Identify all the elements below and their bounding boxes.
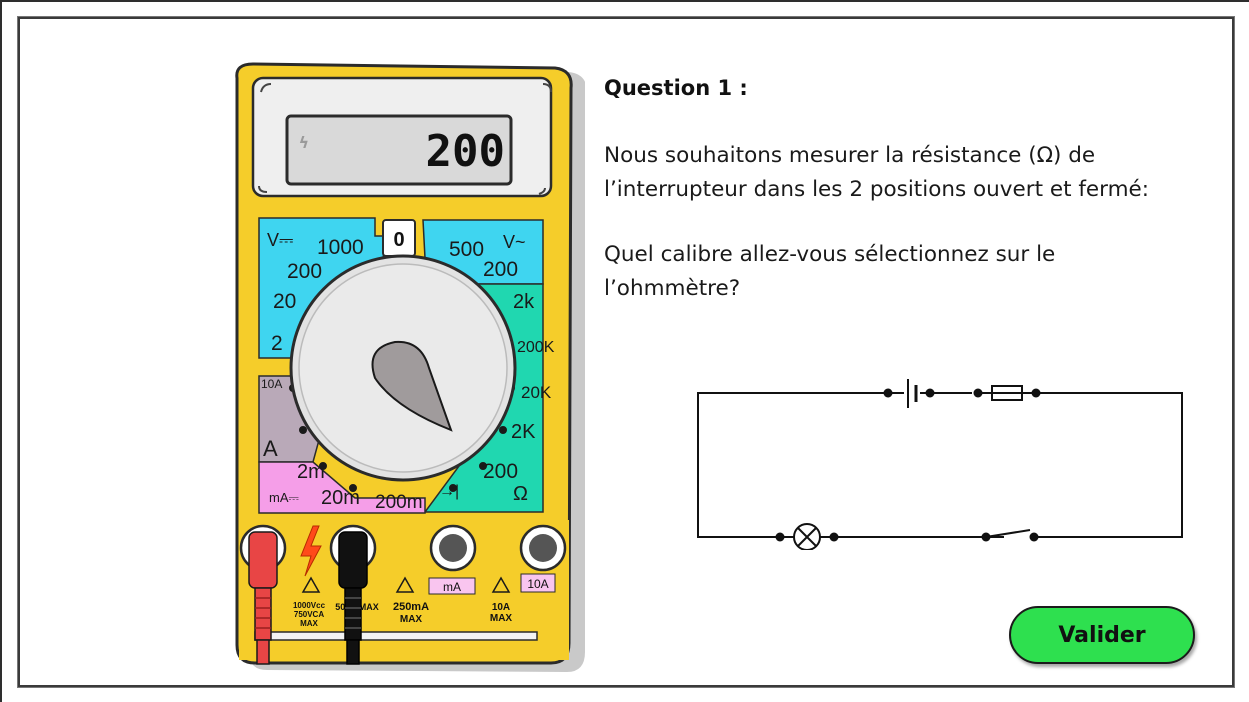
vac-500: 500	[449, 238, 484, 261]
multimeter-illustration: ϟ 200 0 V⎓ 1000 200 20 2 500 V~ 200 2k 2…	[235, 62, 585, 672]
ohm-200: 200	[483, 460, 518, 483]
question-text-2b: l’ohmmètre?	[604, 276, 741, 301]
ma-200m: 200m	[375, 492, 423, 513]
svg-text:MAX: MAX	[400, 614, 423, 625]
top-border-line	[0, 0, 1249, 2]
battery-symbol	[888, 379, 930, 408]
vdc-1000: 1000	[317, 236, 364, 259]
question-title: Question 1 :	[604, 76, 748, 100]
question-text-2: Quel calibre allez-vous sélectionnez sur…	[604, 238, 1204, 306]
question-text-1b: l’interrupteur dans les 2 positions ouve…	[604, 177, 1150, 202]
fuse-symbol	[978, 385, 1036, 401]
svg-text:mA: mA	[443, 580, 461, 594]
vac-200: 200	[483, 258, 518, 281]
vdc-2: 2	[271, 332, 283, 355]
circuit-diagram	[697, 379, 1183, 550]
question-text-1: Nous souhaitons mesurer la résistance (Ω…	[604, 139, 1204, 207]
switch-symbol	[984, 529, 1031, 538]
ohm-200k: 200K	[517, 339, 555, 356]
question-text-1a: Nous souhaitons mesurer la résistance (Ω…	[604, 143, 1096, 168]
vdc-symbol: V⎓	[267, 230, 293, 250]
lamp-symbol	[780, 523, 834, 550]
validate-button[interactable]: Valider	[1009, 606, 1195, 664]
circuit-nodes	[775, 388, 1041, 542]
left-border-line	[0, 0, 2, 702]
vac-symbol: V~	[503, 232, 526, 252]
vdc-200: 200	[287, 260, 322, 283]
jack-10a	[519, 524, 567, 572]
ohm-20k: 20K	[521, 383, 552, 402]
vdc-20: 20	[273, 290, 296, 313]
ohm-2k-upper: 2k	[513, 291, 535, 313]
svg-text:1000Vcc: 1000Vcc	[293, 601, 326, 610]
battery-icon: ϟ	[299, 133, 309, 152]
svg-text:0: 0	[393, 229, 404, 251]
svg-text:250mA: 250mA	[393, 601, 429, 613]
bottom-strip	[254, 631, 538, 641]
svg-text:10A: 10A	[527, 577, 548, 591]
svg-text:MAX: MAX	[490, 613, 513, 624]
question-text-2a: Quel calibre allez-vous sélectionnez sur…	[604, 242, 1056, 267]
question-card	[18, 17, 1234, 687]
amp-10a-label: 10A	[261, 377, 282, 391]
svg-text:750VCA: 750VCA	[294, 610, 324, 619]
jack-ma	[429, 524, 477, 572]
ohm-symbol: Ω	[513, 483, 528, 505]
amp-symbol: A	[263, 436, 278, 461]
ohm-2k: 2K	[511, 421, 536, 443]
svg-text:10A: 10A	[492, 602, 510, 613]
svg-text:MAX: MAX	[300, 619, 318, 628]
lcd-reading: 200	[426, 126, 505, 177]
circuit-wire	[697, 392, 888, 538]
ma-symbol: mA⎓	[269, 490, 299, 505]
